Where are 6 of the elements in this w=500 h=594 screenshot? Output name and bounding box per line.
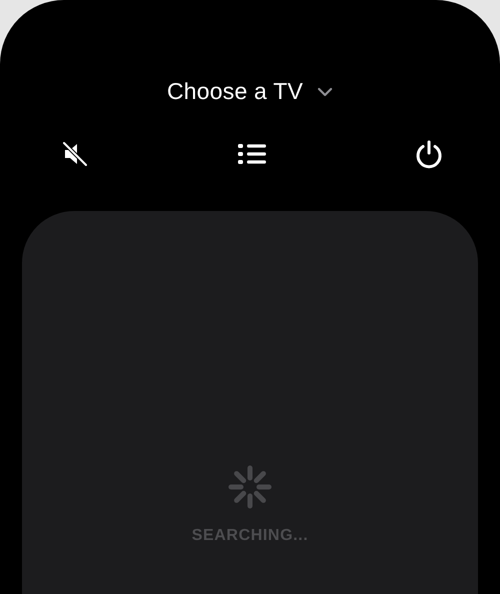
chevron-down-icon xyxy=(317,86,334,96)
loading-spinner-icon xyxy=(226,463,274,511)
muted-speaker-icon xyxy=(61,140,89,168)
tv-picker[interactable]: Choose a TV xyxy=(166,78,334,105)
power-icon xyxy=(414,139,444,169)
list-icon xyxy=(237,142,267,166)
